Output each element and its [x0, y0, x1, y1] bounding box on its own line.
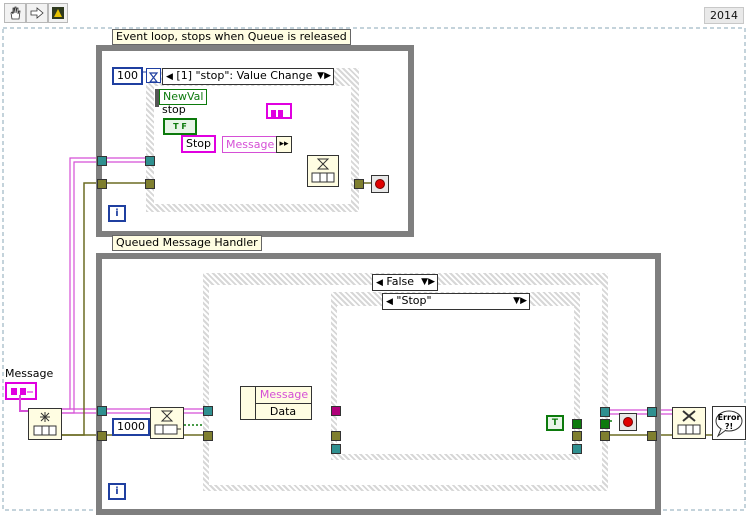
- event-loop-label: Event loop, stops when Queue is released: [112, 29, 351, 45]
- prev-case-arrow[interactable]: ◀: [166, 72, 173, 82]
- error-text: Error ?!: [717, 413, 741, 431]
- loop-iteration-terminal: i: [108, 205, 126, 222]
- hand-icon[interactable]: [4, 3, 26, 23]
- star-icon: [33, 412, 57, 436]
- bundle-by-name-node[interactable]: ▸▸: [276, 136, 292, 153]
- case-structure-stop: [331, 292, 580, 460]
- stop-boolean-terminal[interactable]: T F: [163, 118, 197, 135]
- lightbulb-icon[interactable]: [48, 3, 68, 23]
- block-diagram: Event loop, stops when Queue is released…: [0, 25, 748, 515]
- obtain-queue-node[interactable]: [28, 408, 62, 440]
- stop-circle-icon[interactable]: [371, 175, 389, 193]
- event-case-label: [1] "stop": Value Change: [176, 69, 313, 82]
- cluster-constant[interactable]: [266, 103, 292, 119]
- stop-circle-icon[interactable]: [619, 413, 637, 431]
- message-control-label: Message: [5, 367, 54, 380]
- qmh-iteration-terminal: i: [108, 483, 126, 500]
- release-queue-node[interactable]: [672, 407, 706, 439]
- arrow-right-icon[interactable]: [26, 3, 48, 23]
- hourglass-icon: [154, 410, 181, 435]
- unbundle-message-field: Message: [259, 388, 309, 401]
- version-badge: 2014: [704, 7, 744, 24]
- timeout-constant[interactable]: 100: [112, 67, 143, 85]
- stop-control-label: stop: [162, 103, 186, 116]
- x-icon: [677, 410, 701, 435]
- case-selector-stop[interactable]: ◀ "Stop" ▼▶: [382, 293, 530, 310]
- unbundle-by-name-node[interactable]: Message Data: [240, 386, 312, 420]
- stop-string-constant[interactable]: Stop: [181, 135, 217, 153]
- case-selector-false[interactable]: ◀ False ▼▶: [372, 274, 438, 291]
- case-false-label: False: [386, 275, 415, 288]
- next-case-arrow[interactable]: ▼▶: [317, 69, 331, 83]
- enqueue-element-node[interactable]: [307, 155, 339, 187]
- dequeue-element-node[interactable]: [150, 407, 184, 439]
- bundle-message-field[interactable]: Message: [222, 136, 281, 153]
- toolbar: 2014: [0, 0, 748, 25]
- error-icon[interactable]: Error ?!: [712, 406, 746, 440]
- hourglass-icon: [311, 158, 335, 183]
- event-case-selector[interactable]: ◀ [1] "stop": Value Change ▼▶: [162, 68, 334, 85]
- true-constant[interactable]: T: [546, 415, 564, 431]
- qmh-label: Queued Message Handler: [112, 235, 262, 251]
- dequeue-timeout-constant[interactable]: 1000: [112, 418, 150, 436]
- unbundle-data-field: Data: [255, 403, 311, 419]
- hourglass-icon: [146, 68, 161, 83]
- case-stop-label: "Stop": [396, 294, 432, 307]
